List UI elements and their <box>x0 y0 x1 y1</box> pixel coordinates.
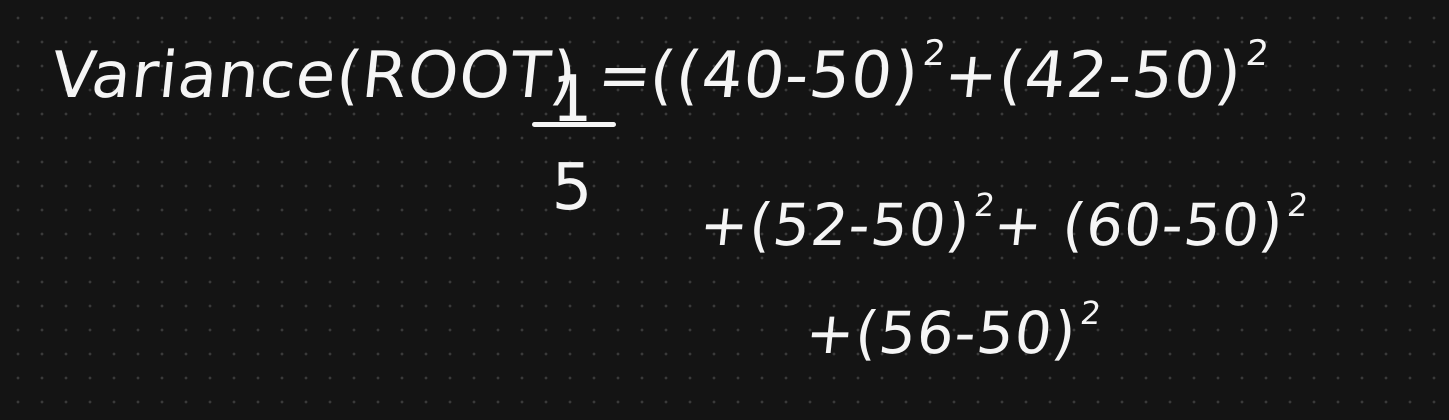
term-56-minus-50: +(56-50) <box>802 299 1080 367</box>
fraction-one-fifth: 1 5 <box>526 56 618 226</box>
exponent: 2 <box>1285 186 1311 225</box>
term-52-minus-50: +(52-50) <box>696 191 974 259</box>
term-60-minus-50: + (60-50) <box>990 191 1288 259</box>
sum-line-3: +(56-50)2 <box>802 294 1103 367</box>
fraction-bar <box>532 122 616 127</box>
exponent: 2 <box>1243 33 1272 75</box>
sum-line-2: +(52-50)2+ (60-50)2 <box>696 186 1310 259</box>
fraction-denominator: 5 <box>551 151 593 225</box>
exponent: 2 <box>921 33 949 75</box>
exponent: 2 <box>1078 294 1104 333</box>
term-40-minus-50: ((40-50) <box>646 39 923 113</box>
whiteboard-canvas: Variance(ROOT) = 1 5 ((40-50)2+(42-50)2 … <box>0 0 1449 420</box>
sum-line-1: ((40-50)2+(42-50)2 <box>646 33 1272 113</box>
exponent: 2 <box>972 186 998 225</box>
term-42-minus-50: +(42-50) <box>940 39 1246 113</box>
